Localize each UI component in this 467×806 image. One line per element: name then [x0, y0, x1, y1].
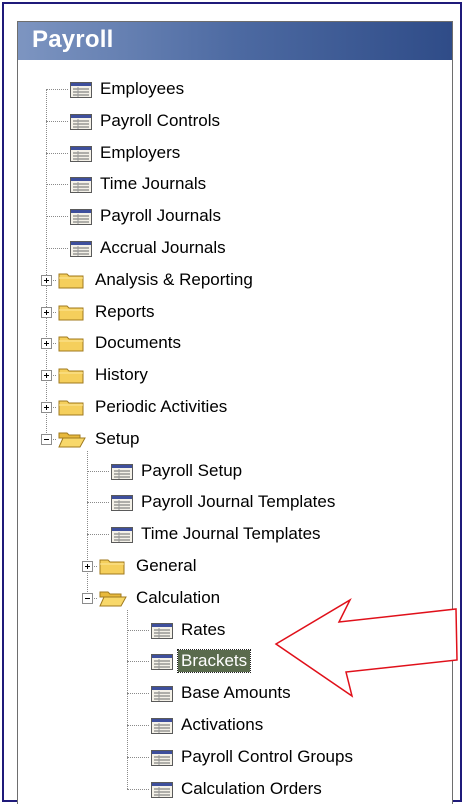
screenshot-frame: Payroll Employees Payroll Controls Employe… — [2, 2, 462, 804]
annotation-arrow-layer — [274, 598, 458, 698]
annotation-arrow-icon — [274, 598, 458, 698]
